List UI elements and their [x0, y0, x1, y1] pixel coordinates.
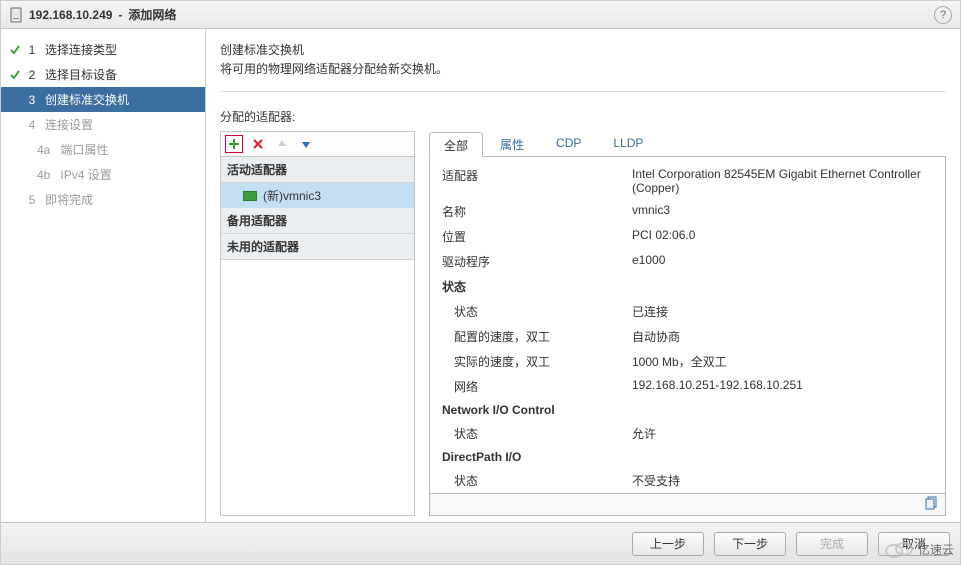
wizard-step-4b: 4b IPv4 设置: [1, 162, 205, 187]
wizard-step-2[interactable]: 2 选择目标设备: [1, 62, 205, 87]
title-sep: -: [118, 8, 122, 22]
dpio-status-label: 状态: [442, 472, 632, 489]
page-subheading: 将可用的物理网络适配器分配给新交换机。: [220, 60, 946, 91]
copy-icon[interactable]: [925, 496, 939, 513]
driver-value: e1000: [632, 253, 933, 270]
location-value: PCI 02:06.0: [632, 228, 933, 245]
check-icon: [9, 69, 23, 81]
adapter-label: 适配器: [442, 167, 632, 195]
watermark-logo-icon: [884, 540, 914, 558]
dialog-title: 添加网络: [128, 6, 176, 23]
adapter-details[interactable]: 适配器Intel Corporation 82545EM Gigabit Eth…: [429, 157, 946, 494]
assigned-adapters-label: 分配的适配器:: [220, 108, 946, 125]
status-section: 状态: [442, 278, 933, 295]
adapter-toolbar: [220, 131, 415, 157]
active-adapters-header[interactable]: 活动适配器: [221, 157, 414, 183]
back-button[interactable]: 上一步: [632, 532, 704, 556]
wizard-step-5: 5 即将完成: [1, 187, 205, 212]
title-bar: 192.168.10.249 - 添加网络 ?: [1, 1, 960, 29]
driver-label: 驱动程序: [442, 253, 632, 270]
server-icon: [9, 7, 23, 23]
wizard-content: 创建标准交换机 将可用的物理网络适配器分配给新交换机。 分配的适配器:: [206, 29, 960, 522]
wizard-nav: 1 选择连接类型 2 选择目标设备 3 创建标准交换机 4 连接设置 4a 端口…: [1, 29, 206, 522]
wizard-footer: 上一步 下一步 完成 取消: [1, 522, 960, 564]
network-value: 192.168.10.251-192.168.10.251: [632, 378, 933, 395]
wizard-step-4a: 4a 端口属性: [1, 137, 205, 162]
finish-button: 完成: [796, 532, 868, 556]
name-value: vmnic3: [632, 203, 933, 220]
tab-cdp[interactable]: CDP: [541, 131, 596, 156]
tab-properties[interactable]: 属性: [485, 131, 539, 156]
dpio-section: DirectPath I/O: [442, 450, 933, 464]
configured-speed-value: 自动协商: [632, 328, 933, 345]
network-label: 网络: [442, 378, 632, 395]
status-value: 已连接: [632, 303, 933, 320]
location-label: 位置: [442, 228, 632, 245]
move-down-button[interactable]: [297, 135, 315, 153]
standby-adapters-header[interactable]: 备用适配器: [221, 208, 414, 234]
add-adapter-button[interactable]: [225, 135, 243, 153]
move-up-button[interactable]: [273, 135, 291, 153]
check-icon: [9, 44, 23, 56]
details-footer: [429, 494, 946, 516]
wizard-step-3[interactable]: 3 创建标准交换机: [1, 87, 205, 112]
nio-status-value: 允许: [632, 425, 933, 442]
name-label: 名称: [442, 203, 632, 220]
nio-section: Network I/O Control: [442, 403, 933, 417]
adapter-list: 活动适配器 (新) vmnic3 备用适配器 未用的适配器: [220, 157, 415, 516]
configured-speed-label: 配置的速度，双工: [442, 328, 632, 345]
watermark: 亿速云: [884, 540, 954, 558]
tab-lldp[interactable]: LLDP: [598, 131, 658, 156]
wizard-step-1[interactable]: 1 选择连接类型: [1, 37, 205, 62]
nic-icon: [243, 191, 257, 201]
dpio-status-value: 不受支持: [632, 472, 933, 489]
wizard-step-4: 4 连接设置: [1, 112, 205, 137]
adapter-value: Intel Corporation 82545EM Gigabit Ethern…: [632, 167, 933, 195]
next-button[interactable]: 下一步: [714, 532, 786, 556]
help-icon[interactable]: ?: [934, 6, 952, 24]
page-heading: 创建标准交换机: [220, 41, 946, 60]
unused-adapters-header[interactable]: 未用的适配器: [221, 234, 414, 260]
actual-speed-value: 1000 Mb，全双工: [632, 353, 933, 370]
host-ip: 192.168.10.249: [29, 8, 112, 22]
tab-all[interactable]: 全部: [429, 132, 483, 157]
actual-speed-label: 实际的速度，双工: [442, 353, 632, 370]
status-label: 状态: [442, 303, 632, 320]
detail-tabs: 全部 属性 CDP LLDP: [429, 131, 946, 157]
nio-status-label: 状态: [442, 425, 632, 442]
remove-adapter-button[interactable]: [249, 135, 267, 153]
adapter-item-vmnic3[interactable]: (新) vmnic3: [221, 183, 414, 208]
